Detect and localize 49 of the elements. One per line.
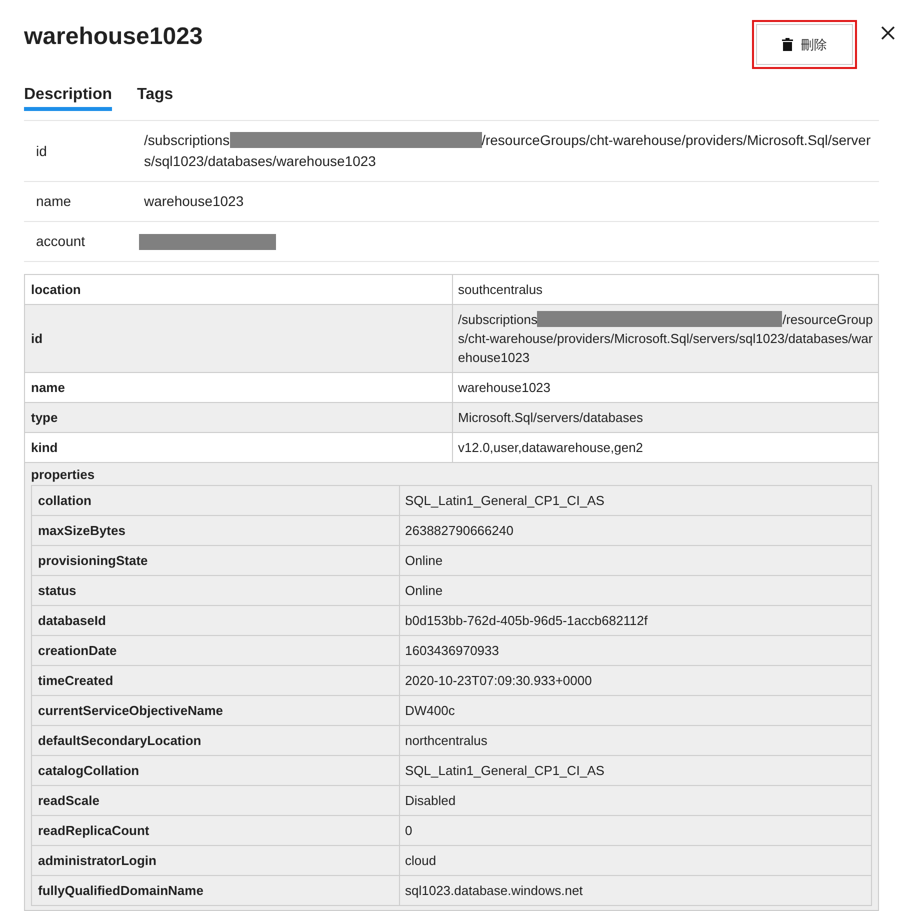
key-cell: collation [32,486,400,515]
close-icon[interactable] [881,26,895,40]
dialog-title: warehouse1023 [24,22,203,52]
key-cell: maxSizeBytes [32,516,400,545]
section-label: properties [31,466,96,483]
value-cell-text: SQL_Latin1_General_CP1_CI_AS [404,492,606,510]
key-cell-text: name [31,379,65,397]
key-cell: status [32,576,400,605]
value-cell-text: 2020-10-23T07:09:30.933+0000 [404,672,593,690]
key-cell: currentServiceObjectiveName [32,696,400,725]
value-cell-text: SQL_Latin1_General_CP1_CI_AS [404,762,606,780]
key-cell: defaultSecondaryLocation [32,726,400,755]
value-cell-text: b0d153bb-762d-405b-96d5-1accb682112f [404,612,649,630]
field-label: account [35,232,86,251]
key-cell-text: location [31,281,81,299]
value-cell-text: 0 [404,822,414,840]
tab[interactable]: Tags [137,85,174,111]
value-cell-text: v12.0,user,datawarehouse,gen2 [458,439,644,457]
trash-icon [782,38,793,51]
value-cell-text: Online [404,582,444,600]
key-cell: catalogCollation [32,756,400,785]
field-label: name [35,192,72,211]
key-cell-text: kind [31,439,58,457]
key-cell: creationDate [32,636,400,665]
value-text: /subscriptions /resourceGroups/cht-warehouse/providers/Microsoft.Sql/servers/sql1023/databases/warehouse1023 [458,310,873,367]
field-label: id [35,142,48,160]
value-cell-text: Disabled [404,792,457,810]
value-cell-text: northcentralus [404,732,488,750]
key-cell: provisioningState [32,546,400,575]
key-cell: readReplicaCount [32,816,400,845]
tab[interactable]: Description [24,85,112,111]
key-cell-text: type [31,409,58,427]
key-cell: readScale [32,786,400,815]
value-cell-text: sql1023.database.windows.net [404,882,584,900]
value-cell-text: 263882790666240 [404,522,514,540]
value-cell-text: southcentralus [458,281,543,299]
key-cell: administratorLogin [32,846,400,875]
key-cell: timeCreated [32,666,400,695]
value-cell-text: cloud [404,852,438,870]
key-cell-text: id [31,330,43,348]
value-cell-text: Online [404,552,444,570]
value-cell-text: DW400c [404,702,456,720]
key-cell: databaseId [32,606,400,635]
field-value: warehouse1023 [144,192,245,211]
value-cell-text: 1603436970933 [404,642,500,660]
value-cell-text: warehouse1023 [458,379,551,397]
key-cell: fullyQualifiedDomainName [32,876,400,905]
value-cell-text: Microsoft.Sql/servers/databases [458,409,643,427]
delete-button[interactable]: 刪除 [752,20,857,69]
